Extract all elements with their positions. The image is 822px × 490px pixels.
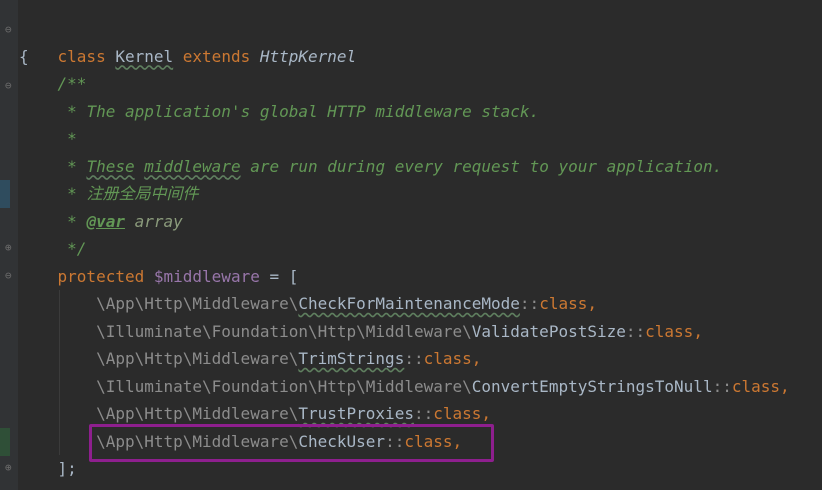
- code-line: *: [19, 125, 822, 153]
- comma: ,: [471, 349, 482, 368]
- class-name: TrustProxies: [298, 404, 414, 423]
- namespace: \App\Http\Middleware\: [96, 349, 299, 368]
- code-line: \Illuminate\Foundation\Http\Middleware\C…: [19, 372, 822, 400]
- variable: $middleware: [153, 266, 260, 286]
- code-line: class Kernel extends HttpKernel: [19, 15, 822, 66]
- doc-comment: * 注册全局中间件: [67, 184, 199, 203]
- comma: ,: [587, 294, 597, 313]
- code-line: protected $middleware = [: [19, 263, 822, 291]
- code-line: \Illuminate\Foundation\Http\Middleware\V…: [19, 317, 822, 345]
- doc-comment: /**: [57, 74, 87, 93]
- class-name: TrimStrings: [298, 349, 405, 368]
- doc-comment-word: middleware: [144, 156, 241, 176]
- namespace: \App\Http\Middleware\: [96, 404, 299, 423]
- fold-marker-icon[interactable]: ⊕: [5, 242, 15, 254]
- editor-gutter: ⊖ ⊖ ⊕ ⊖ ⊕: [0, 0, 18, 490]
- fold-marker-icon[interactable]: ⊖: [5, 24, 15, 36]
- scope-operator: ::: [712, 376, 732, 396]
- keyword: class: [731, 376, 781, 396]
- doc-comment: *: [67, 129, 77, 148]
- highlight-box: [89, 424, 494, 462]
- code-line: \App\Http\Middleware\TrimStrings::class,: [19, 345, 822, 373]
- doc-type: array: [124, 211, 183, 231]
- doc-comment: *: [67, 156, 87, 176]
- fold-marker-icon[interactable]: ⊖: [5, 270, 15, 282]
- keyword: class: [423, 349, 472, 368]
- scope-operator: ::: [404, 349, 424, 368]
- class-name: CheckForMaintenanceMode: [298, 294, 520, 313]
- operator: = [: [269, 266, 299, 286]
- fold-marker-icon[interactable]: ⊕: [5, 462, 15, 474]
- code-line: */: [19, 235, 822, 263]
- doc-comment-word: These: [86, 156, 135, 176]
- scope-operator: ::: [519, 294, 540, 313]
- keyword: class: [645, 321, 694, 341]
- doc-comment: * The application's global HTTP middlewa…: [67, 101, 540, 121]
- doc-comment: *: [67, 211, 87, 231]
- code-editor[interactable]: class Kernel extends HttpKernel { /** * …: [19, 15, 822, 483]
- scope-operator: ::: [413, 404, 434, 423]
- brace: {: [19, 46, 29, 66]
- comma: ,: [780, 376, 790, 396]
- namespace: \Illuminate\Foundation\Http\Middleware\: [96, 376, 472, 396]
- code-line: * @var array: [19, 208, 822, 236]
- keyword: protected: [57, 266, 145, 286]
- change-marker: [0, 180, 10, 208]
- code-line: {: [19, 43, 822, 71]
- code-line: * The application's global HTTP middlewa…: [19, 98, 822, 126]
- doc-comment: are run during every request to your app…: [240, 156, 723, 176]
- added-line-marker: [0, 428, 10, 456]
- namespace: \App\Http\Middleware\: [96, 294, 299, 313]
- fold-marker-icon[interactable]: ⊖: [5, 80, 15, 92]
- doc-tag: @var: [86, 211, 125, 231]
- comma: ,: [693, 321, 703, 341]
- code-line: /**: [19, 70, 822, 98]
- code-line: * 注册全局中间件: [19, 180, 822, 208]
- keyword: class: [433, 404, 482, 423]
- scope-operator: ::: [625, 321, 646, 341]
- doc-comment: */: [67, 239, 87, 258]
- code-line: * These middleware are run during every …: [19, 153, 822, 181]
- namespace: \Illuminate\Foundation\Http\Middleware\: [96, 321, 472, 341]
- class-name: ValidatePostSize: [471, 321, 626, 341]
- bracket: ];: [57, 459, 77, 478]
- code-line: \App\Http\Middleware\CheckForMaintenance…: [19, 290, 822, 318]
- keyword: class: [539, 294, 588, 313]
- class-name: ConvertEmptyStringsToNull: [471, 376, 713, 396]
- comma: ,: [481, 404, 492, 423]
